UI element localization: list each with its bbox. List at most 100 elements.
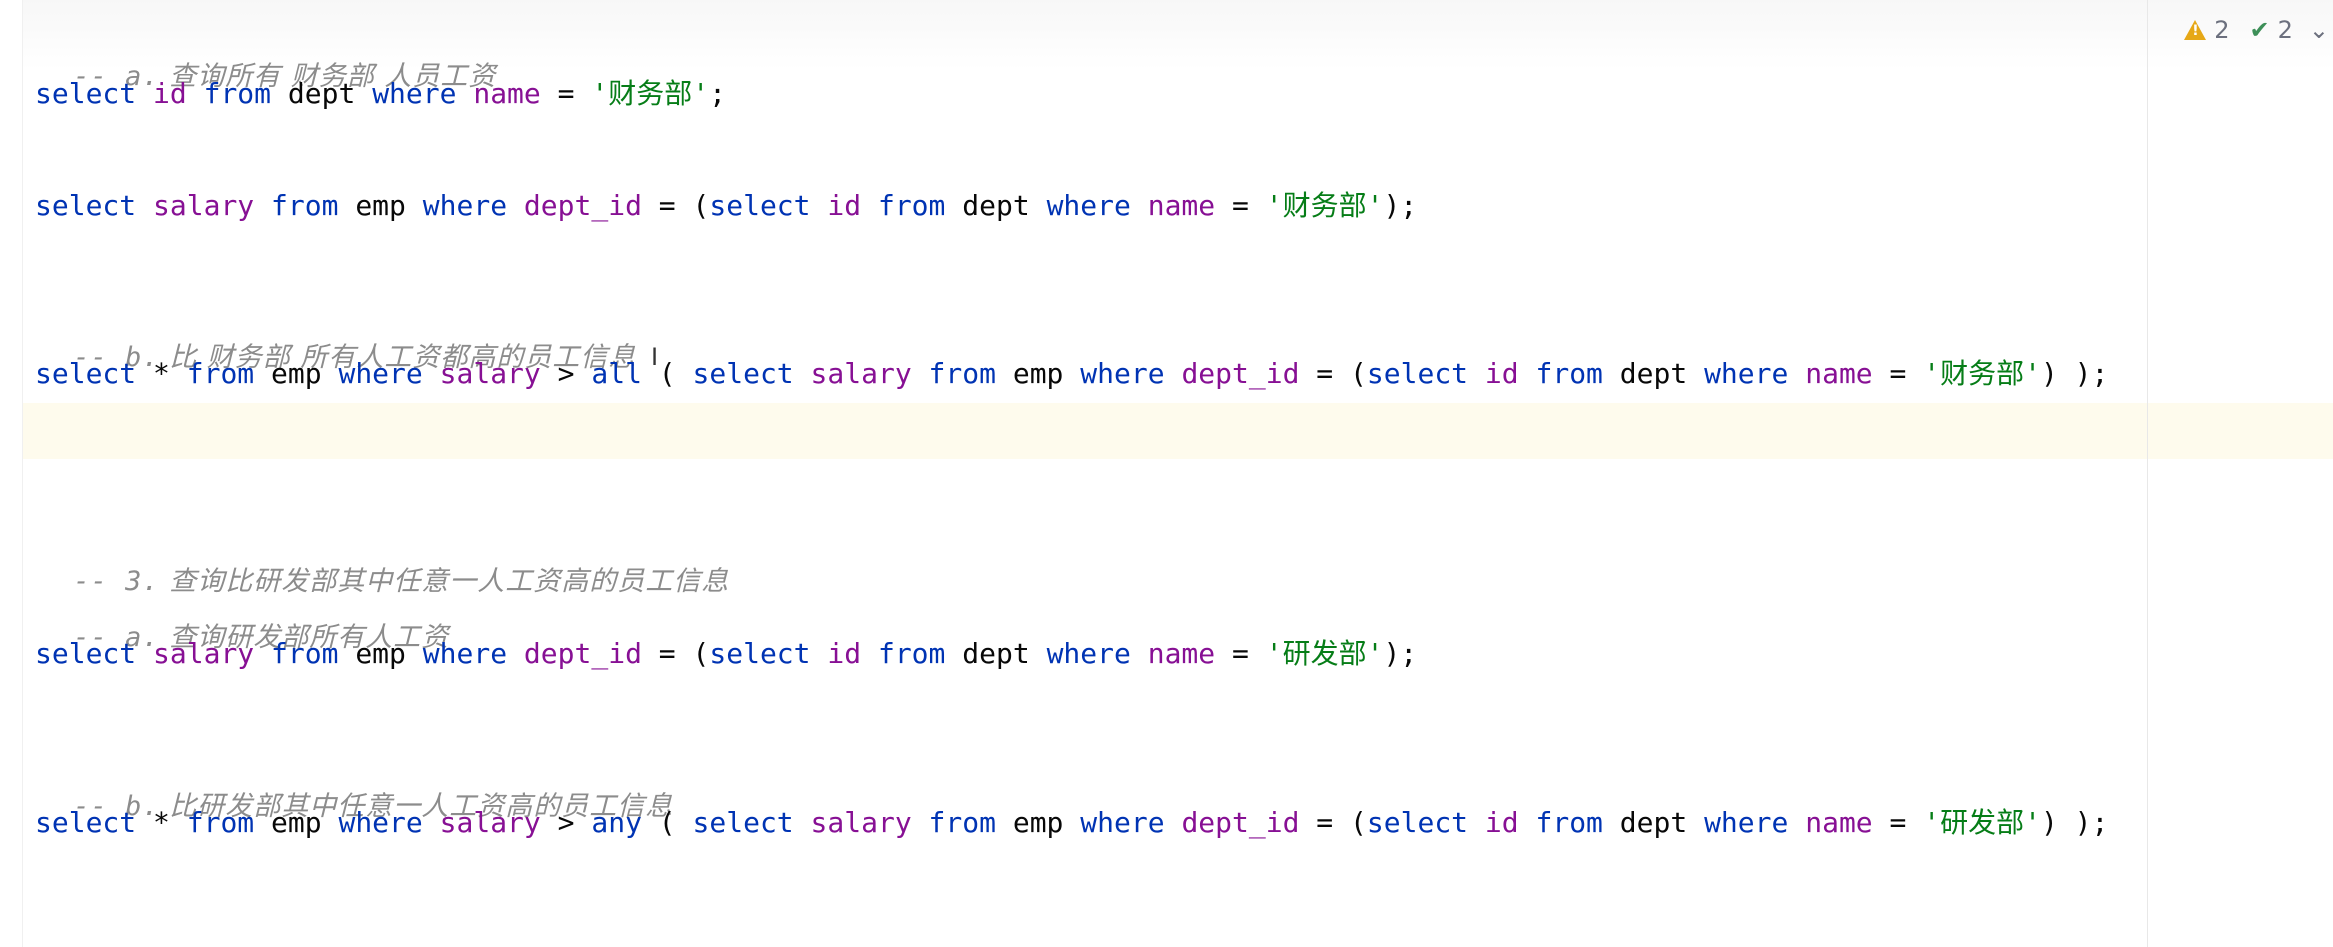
sql-keyword: from bbox=[271, 637, 339, 670]
sql-text: ; bbox=[709, 77, 726, 110]
sql-text: dept bbox=[1602, 806, 1705, 839]
sql-keyword: select bbox=[709, 637, 811, 670]
sql-text: ); bbox=[1383, 637, 1418, 670]
sql-keyword: from bbox=[1535, 806, 1603, 839]
sql-keyword: where bbox=[338, 357, 423, 390]
sql-text: = ( bbox=[641, 637, 710, 670]
sql-keyword: select bbox=[692, 357, 794, 390]
sql-identifier: salary bbox=[439, 806, 541, 839]
sql-text: emp bbox=[338, 637, 423, 670]
sql-identifier: id bbox=[1484, 357, 1519, 390]
code-line-8[interactable]: select salary from emp where dept_id = (… bbox=[35, 634, 1417, 674]
code-line-9[interactable]: -- b. 比研发部其中任意一人工资高的员工信息 bbox=[35, 747, 673, 822]
sql-text: emp bbox=[995, 357, 1081, 390]
sql-keyword: all bbox=[591, 357, 642, 390]
sql-keyword: where bbox=[1704, 357, 1789, 390]
caret-line-highlight bbox=[0, 403, 2333, 459]
sql-editor[interactable]: 2 ✔ 2 ⌄ -- a. 查询所有 财务部 人员工资 select id fr… bbox=[0, 0, 2333, 947]
sql-text: ); bbox=[1383, 189, 1418, 222]
sql-text: = ( bbox=[1299, 806, 1367, 839]
sql-identifier: name bbox=[473, 77, 541, 110]
sql-keyword: where bbox=[422, 189, 508, 222]
sql-identifier: salary bbox=[810, 806, 912, 839]
sql-text: dept bbox=[945, 637, 1047, 670]
sql-text: * bbox=[136, 357, 187, 390]
sql-identifier: dept_id bbox=[1181, 357, 1300, 390]
sql-identifier: salary bbox=[810, 357, 912, 390]
sql-keyword: from bbox=[271, 189, 339, 222]
code-line-3[interactable]: select salary from emp where dept_id = (… bbox=[35, 186, 1417, 226]
inspection-widget[interactable]: 2 ✔ 2 ⌄ bbox=[2184, 10, 2333, 50]
sql-keyword: where bbox=[338, 806, 423, 839]
sql-identifier: id bbox=[827, 637, 862, 670]
sql-keyword: where bbox=[372, 77, 457, 110]
sql-identifier: name bbox=[1147, 637, 1216, 670]
sql-text: dept bbox=[1602, 357, 1705, 390]
sql-keyword: select bbox=[35, 806, 137, 839]
code-line-10[interactable]: select * from emp where salary > any ( s… bbox=[35, 803, 2108, 843]
sql-keyword: from bbox=[203, 77, 272, 110]
sql-text: ( bbox=[641, 806, 693, 839]
code-line-2[interactable]: select id from dept where name = '财务部'; bbox=[35, 74, 726, 114]
sql-identifier: id bbox=[153, 77, 187, 110]
more-icon[interactable]: ⌄ bbox=[2309, 16, 2329, 44]
sql-text: emp bbox=[254, 357, 339, 390]
sql-identifier: name bbox=[1805, 357, 1873, 390]
left-gutter bbox=[0, 0, 23, 947]
sql-text: ) ); bbox=[2040, 357, 2109, 390]
code-line-1[interactable]: -- a. 查询所有 财务部 人员工资 bbox=[35, 17, 496, 92]
right-margin-guide bbox=[2147, 0, 2148, 947]
sql-keyword: where bbox=[1080, 357, 1165, 390]
sql-text: dept bbox=[271, 77, 373, 110]
sql-text: > bbox=[540, 357, 592, 390]
sql-keyword: select bbox=[709, 189, 811, 222]
sql-keyword: where bbox=[1080, 806, 1165, 839]
sql-text: ( bbox=[641, 357, 693, 390]
code-line-7[interactable]: -- a. 查询研发部所有人工资 bbox=[35, 578, 449, 653]
sql-keyword: from bbox=[186, 806, 255, 839]
sql-keyword: select bbox=[1366, 357, 1469, 390]
mouse-ibeam-cursor: I bbox=[651, 343, 659, 371]
sql-text: = ( bbox=[1299, 357, 1367, 390]
sql-identifier: dept_id bbox=[1181, 806, 1300, 839]
code-line-4[interactable]: -- b. 比 财务部 所有人工资都高的员工信息 bbox=[35, 298, 636, 373]
sql-identifier: name bbox=[1805, 806, 1873, 839]
sql-identifier: salary bbox=[153, 189, 255, 222]
sql-text: = bbox=[1872, 357, 1924, 390]
sql-identifier: dept_id bbox=[523, 637, 642, 670]
code-line-5[interactable]: select * from emp where salary > all ( s… bbox=[35, 354, 2108, 394]
sql-text: dept bbox=[945, 189, 1047, 222]
warning-icon bbox=[2184, 20, 2207, 40]
code-line-6[interactable]: -- 3. 查询比研发部其中任意一人工资高的员工信息 bbox=[35, 522, 729, 597]
sql-keyword: where bbox=[1046, 189, 1131, 222]
sql-keyword: from bbox=[928, 806, 996, 839]
sql-string: '财务部' bbox=[1923, 357, 2041, 390]
sql-text: = bbox=[1215, 637, 1266, 670]
sql-keyword: where bbox=[422, 637, 508, 670]
sql-text: ) ); bbox=[2040, 806, 2109, 839]
sql-keyword: from bbox=[928, 357, 996, 390]
check-count: 2 bbox=[2277, 16, 2293, 44]
